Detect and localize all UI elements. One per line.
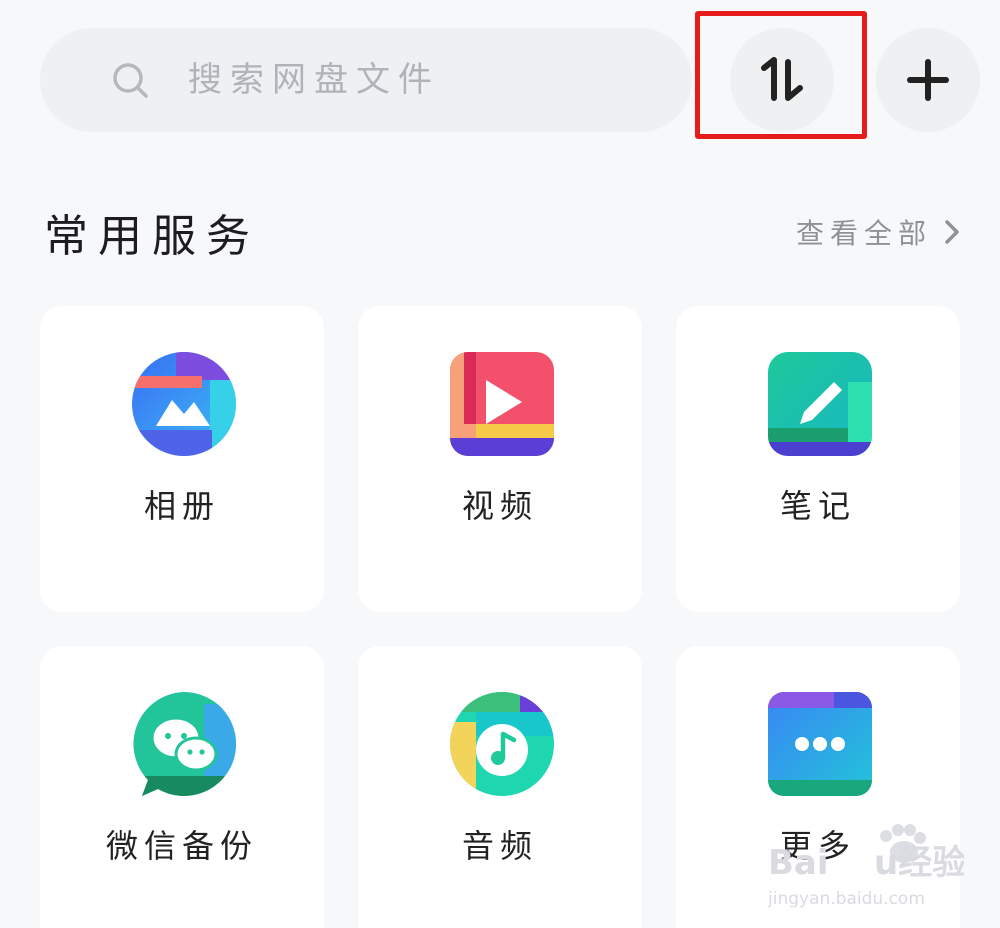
service-card-audio[interactable]: 音频 bbox=[358, 646, 642, 928]
service-label: 笔记 bbox=[779, 487, 856, 525]
service-card-notes[interactable]: 笔记 bbox=[676, 306, 960, 612]
music-note-icon bbox=[450, 692, 554, 796]
video-play-icon bbox=[450, 352, 554, 456]
note-pen-icon bbox=[768, 352, 872, 456]
search-bar[interactable] bbox=[40, 28, 692, 132]
service-label: 微信备份 bbox=[105, 827, 258, 865]
search-icon bbox=[113, 63, 148, 98]
app-screen: 常用服务 查看全部 相册 bbox=[0, 0, 1000, 928]
service-label: 音频 bbox=[461, 827, 538, 865]
view-all-label: 查看全部 bbox=[795, 217, 932, 250]
view-all-link[interactable]: 查看全部 bbox=[796, 212, 960, 252]
service-card-album[interactable]: 相册 bbox=[40, 306, 324, 612]
service-label: 视频 bbox=[461, 487, 538, 525]
service-card-wechat-backup[interactable]: 微信备份 bbox=[40, 646, 324, 928]
add-button[interactable] bbox=[876, 28, 980, 132]
wechat-backup-icon bbox=[133, 692, 236, 796]
search-input[interactable] bbox=[186, 59, 650, 101]
highlight-annotation bbox=[695, 11, 867, 139]
section-title: 常用服务 bbox=[44, 211, 260, 262]
plus-icon bbox=[907, 59, 949, 101]
service-label: 更多 bbox=[779, 827, 856, 865]
chevron-right-icon bbox=[945, 220, 959, 244]
service-label: 相册 bbox=[143, 487, 220, 525]
service-card-video[interactable]: 视频 bbox=[358, 306, 642, 612]
more-dots-icon bbox=[768, 692, 872, 796]
service-card-more[interactable]: 更多 bbox=[676, 646, 960, 928]
photo-album-icon bbox=[132, 352, 236, 456]
